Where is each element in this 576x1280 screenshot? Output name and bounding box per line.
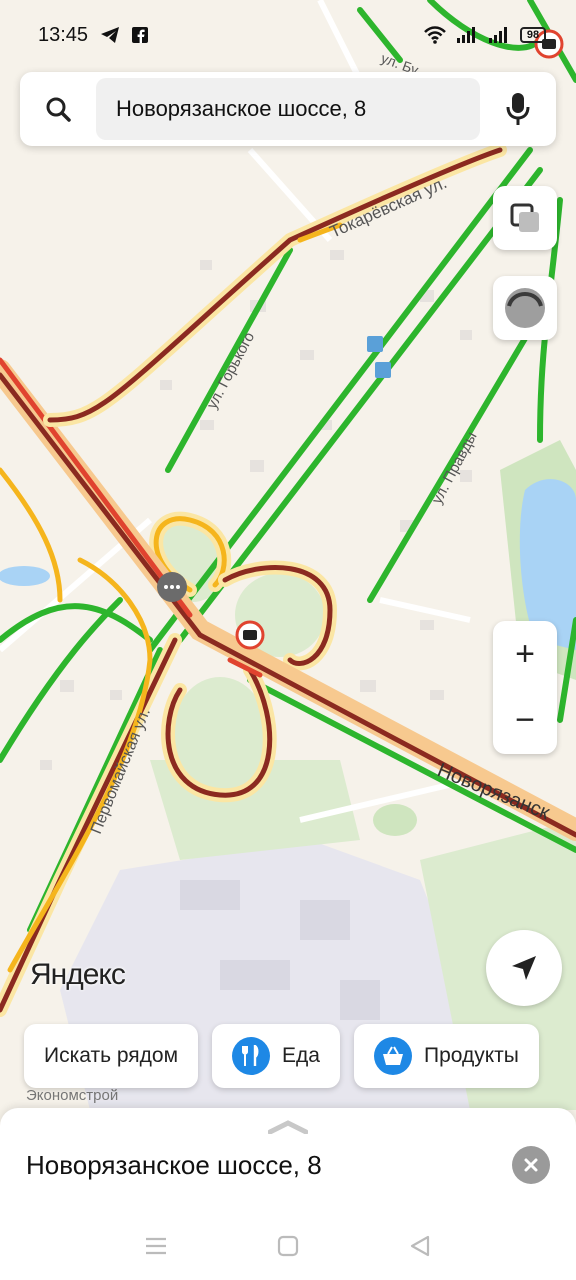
status-time: 13:45: [38, 23, 89, 46]
quick-search-chips: Искать рядом Еда Продукты: [24, 1024, 539, 1088]
chip-label: Искать рядом: [44, 1044, 179, 1067]
label-ekonomstroy: Экономстрой: [26, 1087, 118, 1104]
signal-icon-2: [489, 27, 507, 43]
zoom-in-button[interactable]: +: [493, 621, 557, 688]
home-icon[interactable]: [277, 1235, 299, 1257]
wifi-icon: [424, 26, 446, 44]
sheet-title: Новорязанское шоссе, 8: [26, 1150, 322, 1180]
menu-icon[interactable]: [145, 1236, 167, 1256]
close-button[interactable]: [512, 1146, 550, 1184]
layers-button[interactable]: [493, 186, 557, 250]
sheet-handle-icon[interactable]: [268, 1120, 308, 1134]
chip-search-nearby[interactable]: Искать рядом: [24, 1024, 199, 1088]
chip-label: Еда: [282, 1044, 320, 1067]
facebook-icon: [132, 27, 149, 43]
navigation-arrow-icon: [512, 956, 536, 980]
chip-food[interactable]: Еда: [212, 1024, 340, 1088]
back-icon[interactable]: [409, 1235, 431, 1257]
status-bar: 13:45 98: [0, 0, 576, 70]
traffic-toggle-button[interactable]: [493, 276, 557, 340]
my-location-button[interactable]: [486, 930, 562, 1006]
map-canvas[interactable]: Токарёвская ул. ул. Горького ул. Правды …: [0, 0, 576, 1110]
chip-groceries[interactable]: Продукты: [354, 1024, 539, 1088]
microphone-icon[interactable]: [480, 92, 556, 126]
zoom-controls: + −: [493, 621, 557, 754]
battery-indicator: 98: [520, 27, 546, 43]
search-bar: Новорязанское шоссе, 8: [20, 72, 556, 146]
search-icon[interactable]: [20, 96, 96, 122]
traffic-icon: [505, 288, 545, 328]
yandex-logo: Яндекс: [30, 958, 126, 991]
chip-label: Продукты: [424, 1044, 519, 1067]
layers-icon: [510, 203, 539, 232]
map-view[interactable]: Токарёвская ул. ул. Горького ул. Правды …: [0, 0, 576, 1110]
fork-knife-icon: [232, 1037, 271, 1075]
zoom-out-button[interactable]: −: [493, 688, 557, 755]
system-nav-bar: [0, 1218, 576, 1274]
telegram-icon: [101, 27, 120, 43]
basket-icon: [374, 1037, 412, 1075]
close-icon: [524, 1158, 538, 1172]
signal-icon: [457, 27, 475, 43]
search-input[interactable]: Новорязанское шоссе, 8: [96, 78, 480, 140]
screen: Токарёвская ул. ул. Горького ул. Правды …: [0, 0, 576, 1280]
